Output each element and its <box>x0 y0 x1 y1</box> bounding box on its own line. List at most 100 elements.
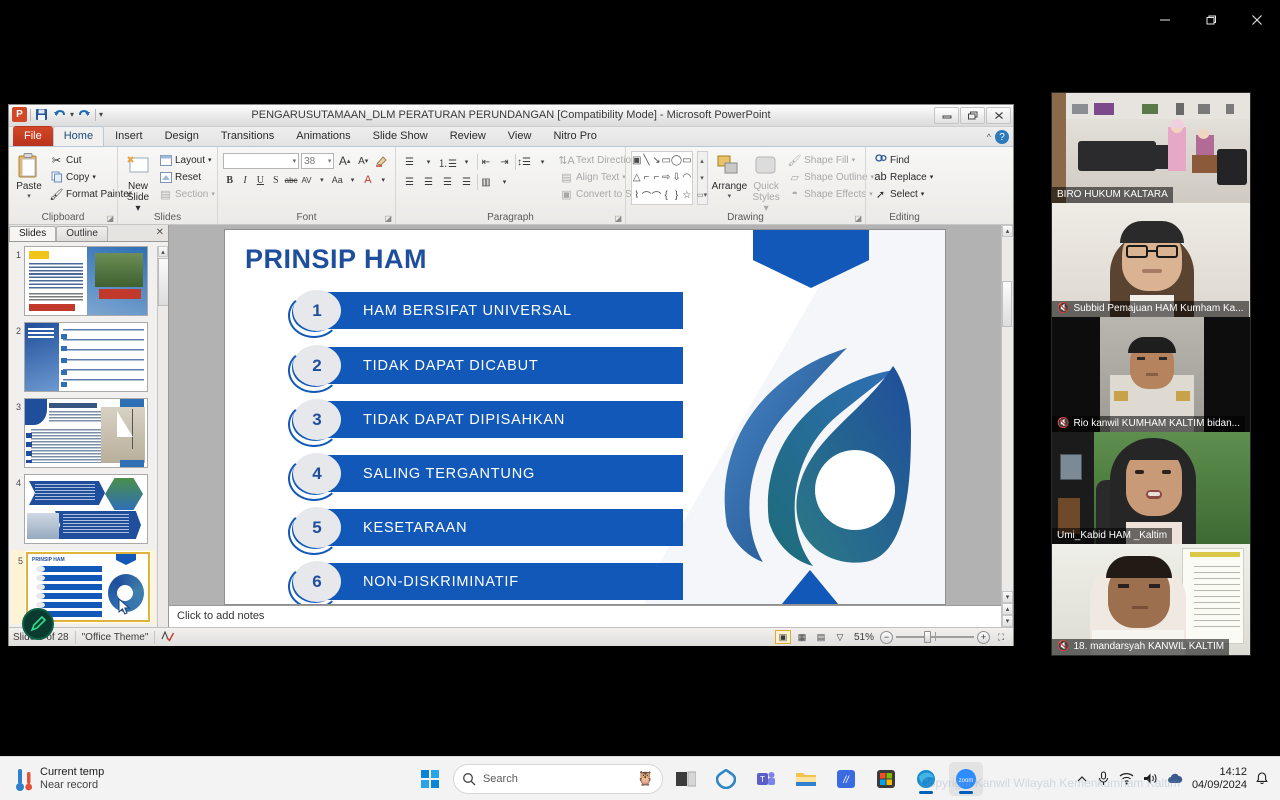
shape-triangle-icon[interactable]: △ <box>633 172 641 183</box>
text-shadow-button[interactable]: S <box>269 172 282 188</box>
paste-dropdown-icon[interactable]: ▾ <box>27 192 31 200</box>
slides-panel-scrollbar[interactable]: ▴ <box>157 246 168 627</box>
start-button[interactable] <box>413 762 447 796</box>
file-explorer-button[interactable] <box>789 762 823 796</box>
bold-button[interactable]: B <box>223 172 236 188</box>
search-input[interactable]: Search 🦉 <box>452 763 663 794</box>
volume-icon[interactable] <box>1143 772 1158 785</box>
columns-icon[interactable]: ▥ <box>477 174 494 190</box>
principle-row-3[interactable]: TIDAK DAPAT DIPISAHKAN 3 <box>288 399 683 447</box>
replace-button[interactable]: ab Replace ▾ <box>871 169 936 185</box>
zoom-slider-handle[interactable] <box>924 631 931 643</box>
reset-button[interactable]: Reset <box>156 169 218 185</box>
tab-file[interactable]: File <box>13 126 53 146</box>
scroll-down-icon[interactable]: ▾ <box>1002 591 1013 603</box>
close-panel-icon[interactable]: ✕ <box>156 227 164 238</box>
numbering-icon[interactable]: ⒈☰ <box>438 154 457 170</box>
microsoft-store-button[interactable] <box>869 762 903 796</box>
fit-slide-to-window-button[interactable]: ⛶ <box>993 630 1009 644</box>
participant-tile-biro-hukum-kaltara[interactable]: BIRO HUKUM KALTARA <box>1052 93 1250 203</box>
thumbnail-item[interactable]: 4 <box>11 474 157 544</box>
clear-formatting-icon[interactable] <box>373 153 390 169</box>
normal-view-button[interactable]: ▣ <box>774 630 791 644</box>
shape-left-brace-icon[interactable]: { <box>665 190 668 201</box>
shapes-more-icon[interactable]: ▭▾ <box>697 187 707 204</box>
layout-button[interactable]: Layout ▾ <box>156 152 218 168</box>
participant-tile-mandarsyah[interactable]: 🔇 18. mandarsyah KANWIL KALTIM <box>1052 544 1250 655</box>
scroll-up-icon[interactable]: ▴ <box>158 246 168 257</box>
clipboard-dialog-launcher[interactable]: ◪ <box>106 214 114 223</box>
task-view-button[interactable] <box>669 762 703 796</box>
tab-home[interactable]: Home <box>52 126 105 146</box>
underline-button[interactable]: U <box>254 172 267 188</box>
thumbnail-item[interactable]: 3 <box>11 398 157 468</box>
tab-insert[interactable]: Insert <box>104 126 154 146</box>
thumbnail-slide-2[interactable] <box>24 322 148 392</box>
paragraph-dialog-launcher[interactable]: ◪ <box>614 214 622 223</box>
shape-freeform-icon[interactable]: ⌇ <box>634 190 639 201</box>
taskbar-clock[interactable]: 14:12 04/09/2024 <box>1192 766 1247 792</box>
shape-down-arrow-icon[interactable]: ⇩ <box>672 172 680 183</box>
shape-fill-button[interactable]: 🖌 Shape Fill ▾ <box>785 152 877 168</box>
shape-curve-icon[interactable]: ⌒ <box>641 188 651 203</box>
thumbnail-slide-4[interactable] <box>24 474 148 544</box>
principle-row-1[interactable]: HAM BERSIFAT UNIVERSAL 1 <box>288 290 683 338</box>
character-spacing-button[interactable]: AV <box>300 172 313 188</box>
principle-row-6[interactable]: NON-DISKRIMINATIF 6 <box>288 561 683 604</box>
shape-elbow2-icon[interactable]: ⌐ <box>654 172 660 183</box>
shape-oval-icon[interactable]: ◯ <box>671 155 682 166</box>
font-size-input[interactable]: 38 ▾ <box>301 153 335 169</box>
shape-outline-button[interactable]: ▱ Shape Outline ▾ <box>785 169 877 185</box>
tab-view[interactable]: View <box>497 126 543 146</box>
thumbnail-slide-1[interactable] <box>24 246 148 316</box>
decrease-indent-icon[interactable]: ⇤ <box>477 154 494 170</box>
shape-round-rect-icon[interactable]: ▭ <box>682 155 691 166</box>
line-spacing-icon[interactable]: ↕☰ <box>515 154 532 170</box>
section-button[interactable]: ▤ Section ▾ <box>156 186 218 202</box>
help-icon[interactable]: ? <box>995 130 1009 144</box>
scroll-up-icon[interactable]: ▴ <box>1002 225 1013 237</box>
shape-arc-icon[interactable]: ⌒ <box>651 188 661 203</box>
participant-tile-subbid-pemajuan-ham[interactable]: 🔇 Subbid Pemajuan HAM Kumham Ka... <box>1052 202 1250 318</box>
shape-elbow-icon[interactable]: ⌐ <box>644 172 650 183</box>
tab-outline[interactable]: Outline <box>56 226 108 241</box>
copilot-button[interactable] <box>709 762 743 796</box>
minimize-ribbon-icon[interactable]: ^ <box>987 132 991 142</box>
spell-check-icon[interactable] <box>161 630 175 645</box>
principle-row-2[interactable]: TIDAK DAPAT DICABUT 2 <box>288 345 683 393</box>
align-left-icon[interactable]: ☰ <box>401 174 418 190</box>
thumbnail-item[interactable]: 1 <box>11 246 157 316</box>
grow-font-icon[interactable]: A ▴ <box>336 153 353 169</box>
align-center-icon[interactable]: ☰ <box>420 174 437 190</box>
participant-tile-rio-kanwil[interactable]: 🔇 Rio kanwil KUMHAM KALTIM bidan... <box>1052 317 1250 432</box>
shape-right-brace-icon[interactable]: } <box>675 190 678 201</box>
shape-textbox-icon[interactable]: ▣ <box>632 155 641 166</box>
tab-transitions[interactable]: Transitions <box>210 126 285 146</box>
thumbnail-item[interactable]: 2 <box>11 322 157 392</box>
font-dialog-launcher[interactable]: ◪ <box>384 214 392 223</box>
zoom-out-button[interactable]: − <box>880 630 893 644</box>
next-slide-icon[interactable]: ▾ <box>1002 615 1013 627</box>
ppt-restore-button[interactable] <box>960 107 985 124</box>
annotation-pen-badge[interactable] <box>22 608 54 640</box>
onedrive-icon[interactable] <box>1167 773 1183 785</box>
tab-slide-show[interactable]: Slide Show <box>362 126 439 146</box>
drawing-dialog-launcher[interactable]: ◪ <box>854 214 862 223</box>
notes-pane[interactable]: Click to add notes <box>169 605 1001 627</box>
shape-arrow-icon[interactable]: ↘ <box>652 155 660 166</box>
microphone-icon[interactable] <box>1097 771 1110 786</box>
select-button[interactable]: ➚ Select ▾ <box>871 186 936 202</box>
thumbnail-slide-3[interactable] <box>24 398 148 468</box>
shapes-scroll-down-icon[interactable]: ▾ <box>698 169 707 186</box>
shapes-gallery[interactable]: ▣ ╲ ↘ ▭ ◯ ▭ △ ⌐ ⌐ ⇨ ⇩ ◠ ⌇ ⌒ ⌒ {} ☆ <box>631 151 693 205</box>
shape-right-arrow-icon[interactable]: ⇨ <box>662 172 670 183</box>
align-right-icon[interactable]: ☰ <box>439 174 456 190</box>
slide-show-view-button[interactable]: ▽ <box>832 630 848 644</box>
weather-widget[interactable]: Current temp Near record <box>0 766 320 792</box>
scrollbar-thumb[interactable] <box>1002 281 1012 327</box>
outer-restore-button[interactable] <box>1188 4 1234 36</box>
shape-cloud-icon[interactable]: ◠ <box>682 172 691 183</box>
tab-animations[interactable]: Animations <box>285 126 361 146</box>
scrollbar-track[interactable] <box>1002 237 1013 591</box>
slide-title[interactable]: PRINSIP HAM <box>245 244 427 275</box>
